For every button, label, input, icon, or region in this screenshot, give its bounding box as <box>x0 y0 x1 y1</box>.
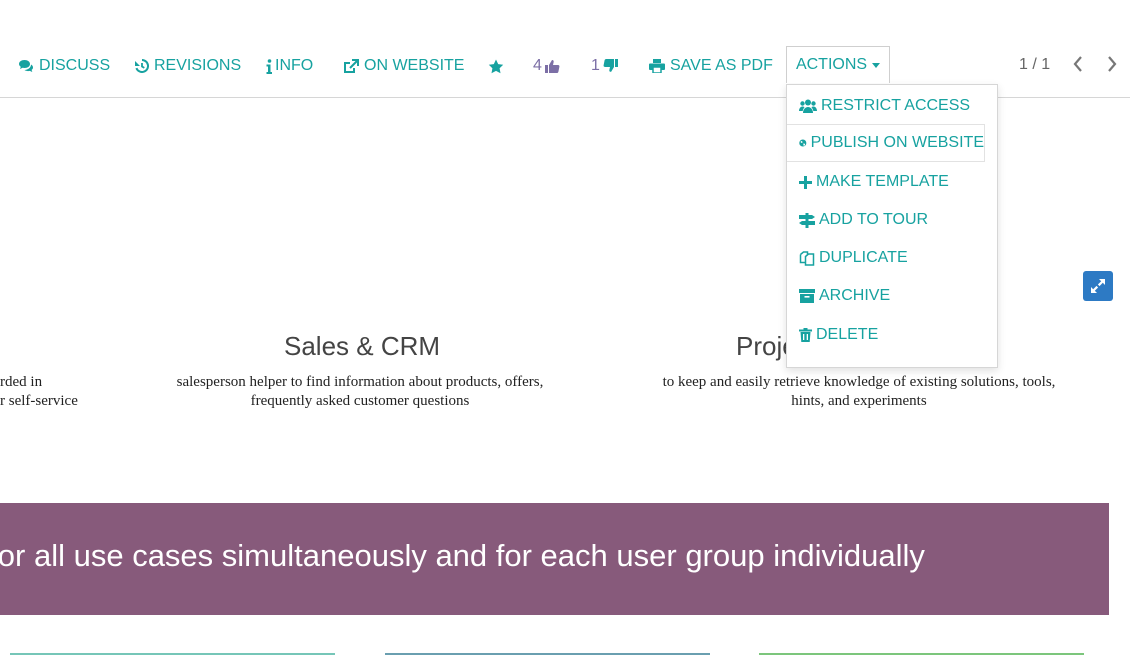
duplicate-item[interactable]: DUPLICATE <box>799 247 908 269</box>
banner-text: rves for all use cases simultaneously an… <box>0 538 925 573</box>
chevron-right-icon[interactable] <box>1106 56 1118 72</box>
archive-item[interactable]: ARCHIVE <box>799 285 890 307</box>
page: DISCUSS REVISIONS INFO ON WEBSITE 4 1 SA… <box>0 0 1130 655</box>
thumbs-down-icon <box>603 59 618 72</box>
save-pdf-button[interactable]: SAVE AS PDF <box>649 56 773 76</box>
left-text-line1: rded in <box>0 374 43 390</box>
delete-label: DELETE <box>816 326 879 343</box>
actions-button[interactable]: ACTIONS <box>786 46 890 83</box>
print-icon <box>649 59 665 73</box>
sales-crm-line2: frequently asked customer questions <box>250 393 470 409</box>
plus-icon <box>799 175 812 189</box>
dislike-button[interactable]: 1 <box>591 56 623 76</box>
duplicate-label: DUPLICATE <box>819 249 908 266</box>
restrict-access-label: RESTRICT ACCESS <box>821 97 971 114</box>
left-text-line2: r self-service <box>0 393 78 409</box>
comments-icon <box>19 60 33 72</box>
sales-crm-line1: salesperson helper to find information a… <box>176 374 544 390</box>
signpost-icon <box>799 212 815 228</box>
projects-line2: hints, and experiments <box>791 393 927 409</box>
info-button[interactable]: INFO <box>266 56 313 76</box>
external-link-icon <box>344 58 359 73</box>
chevron-left-icon[interactable] <box>1072 56 1084 72</box>
make-template-label: MAKE TEMPLATE <box>816 173 949 190</box>
make-template-item[interactable]: MAKE TEMPLATE <box>799 171 949 193</box>
users-icon <box>799 99 817 113</box>
on-website-label: ON WEBSITE <box>364 57 465 74</box>
expand-icon <box>1091 279 1105 293</box>
caret-down-icon <box>872 62 881 68</box>
discuss-button[interactable]: DISCUSS <box>18 56 110 76</box>
archive-icon <box>799 289 815 303</box>
publish-on-website-item[interactable]: PUBLISH ON WEBSITE <box>787 124 985 162</box>
discuss-label: DISCUSS <box>39 57 111 74</box>
thumbs-up-icon <box>544 60 560 73</box>
on-website-button[interactable]: ON WEBSITE <box>343 56 464 76</box>
publish-on-website-label: PUBLISH ON WEBSITE <box>810 134 984 151</box>
archive-label: ARCHIVE <box>819 287 891 304</box>
actions-dropdown: RESTRICT ACCESS PUBLISH ON WEBSITE MAKE … <box>786 84 998 368</box>
sales-crm-text: salesperson helper to find information a… <box>130 373 590 411</box>
trash-icon <box>799 328 812 342</box>
info-label: INFO <box>275 57 314 74</box>
globe-icon <box>799 139 807 147</box>
dislike-count: 1 <box>591 57 600 74</box>
revisions-button[interactable]: REVISIONS <box>135 56 241 76</box>
favorite-button[interactable] <box>488 56 509 76</box>
like-count: 4 <box>533 57 542 74</box>
star-icon <box>488 59 504 73</box>
revisions-label: REVISIONS <box>154 57 242 74</box>
delete-item[interactable]: DELETE <box>799 324 878 346</box>
left-column-text: rded in r self-service <box>0 373 78 411</box>
add-to-tour-label: ADD TO TOUR <box>819 211 929 228</box>
like-button[interactable]: 4 <box>533 56 565 76</box>
restrict-access-item[interactable]: RESTRICT ACCESS <box>799 95 970 117</box>
expand-button[interactable] <box>1083 271 1113 301</box>
sales-crm-title: Sales & CRM <box>284 331 441 361</box>
pager-value: 1 / 1 <box>1019 56 1051 73</box>
projects-text: to keep and easily retrieve knowledge of… <box>619 373 1099 411</box>
copy-icon <box>799 250 815 266</box>
projects-line1: to keep and easily retrieve knowledge of… <box>662 374 1056 390</box>
history-icon <box>135 59 149 73</box>
info-icon <box>266 58 272 74</box>
save-pdf-label: SAVE AS PDF <box>670 57 773 74</box>
actions-label: ACTIONS <box>795 56 868 73</box>
add-to-tour-item[interactable]: ADD TO TOUR <box>799 209 928 231</box>
